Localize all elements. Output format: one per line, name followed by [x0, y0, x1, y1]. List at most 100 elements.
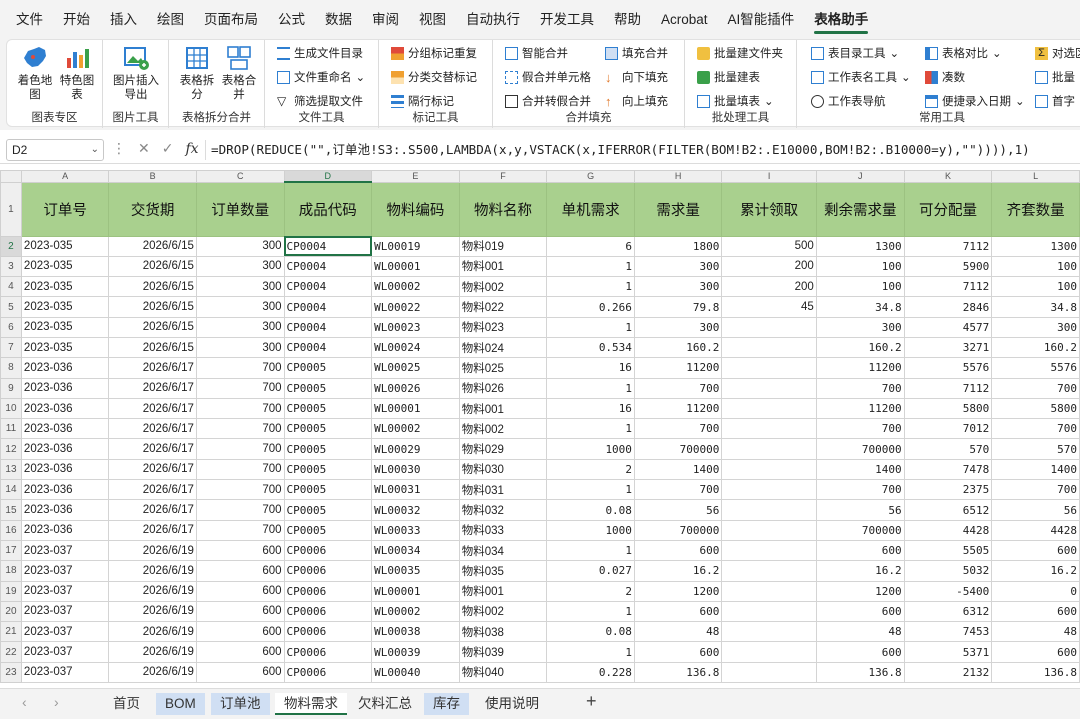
table-cell[interactable]: 物料002 [458, 418, 548, 440]
table-cell[interactable]: 7453 [903, 621, 993, 643]
table-cell[interactable]: 160.2 [815, 336, 905, 359]
table-cell[interactable]: 物料035 [458, 560, 548, 582]
file-rename-button[interactable]: 文件重命名 ⌄ [277, 67, 365, 87]
table-cell[interactable]: 600 [195, 580, 285, 602]
column-header[interactable]: J [815, 170, 905, 183]
table-split-button[interactable]: 表格拆分 [177, 44, 217, 102]
table-cell[interactable]: 物料034 [458, 539, 548, 562]
table-cell[interactable]: 600 [633, 600, 723, 623]
table-cell[interactable]: 79.8 [633, 296, 723, 318]
table-cell[interactable]: CP0005 [283, 499, 373, 521]
table-cell[interactable]: CP0004 [283, 255, 373, 278]
table-cell[interactable]: 11200 [633, 397, 723, 420]
table-cell[interactable]: 700 [195, 438, 285, 460]
table-cell[interactable]: 3271 [903, 336, 993, 359]
row-number[interactable]: 11 [0, 418, 22, 440]
column-header[interactable]: B [108, 170, 197, 183]
scroll-left-arrow-icon[interactable]: ‹ [22, 694, 27, 710]
table-cell[interactable]: 700 [195, 519, 285, 541]
row-number[interactable]: 15 [0, 499, 22, 521]
table-cell[interactable]: 136.8 [991, 661, 1080, 684]
table-cell[interactable]: 0.228 [546, 661, 635, 684]
table-cell[interactable]: 34.8 [991, 296, 1080, 318]
table-cell[interactable]: WL00032 [371, 499, 460, 521]
table-cell[interactable] [721, 580, 817, 602]
table-cell[interactable]: CP0005 [283, 418, 373, 440]
table-cell[interactable]: 物料002 [458, 600, 548, 623]
table-cell[interactable]: 700 [815, 479, 905, 501]
table-cell[interactable]: 物料024 [458, 336, 548, 359]
table-cell[interactable]: 6512 [903, 499, 993, 521]
column-header[interactable]: K [903, 170, 993, 183]
table-cell[interactable]: 600 [815, 600, 905, 623]
table-cell[interactable]: 2026/6/17 [108, 397, 197, 420]
table-cell[interactable]: 300 [195, 336, 285, 359]
table-cell[interactable]: CP0004 [283, 276, 373, 298]
first-char-button[interactable]: 首字 [1035, 91, 1075, 111]
table-cell[interactable]: WL00031 [371, 479, 460, 501]
table-cell[interactable]: 2023-037 [20, 560, 110, 582]
table-cell[interactable]: 600 [815, 641, 905, 663]
table-cell[interactable]: 2023-036 [20, 458, 110, 481]
table-cell[interactable]: 2023-036 [20, 397, 110, 420]
table-cell[interactable]: CP0006 [283, 560, 373, 582]
formula-input[interactable]: =DROP(REDUCE("",订单池!S3:.S500,LAMBDA(x,y,… [205, 140, 1075, 160]
table-cell[interactable]: CP0004 [283, 235, 373, 257]
table-cell[interactable]: 2026/6/15 [108, 235, 197, 257]
table-cell[interactable]: 1 [546, 316, 635, 338]
table-cell[interactable]: WL00002 [371, 418, 460, 440]
table-cell[interactable]: 1 [546, 276, 635, 298]
column-header[interactable]: L [991, 170, 1080, 183]
table-cell[interactable]: 4577 [903, 316, 993, 338]
table-cell[interactable]: 2023-036 [20, 377, 110, 399]
table-cell[interactable]: 0.08 [546, 499, 635, 521]
table-cell[interactable]: 物料023 [458, 316, 548, 338]
table-cell[interactable]: WL00035 [371, 560, 460, 582]
table-cell[interactable]: 2026/6/19 [108, 600, 197, 623]
table-cell[interactable]: 0 [991, 580, 1080, 602]
row-number[interactable]: 8 [0, 357, 22, 379]
row-number[interactable]: 14 [0, 479, 22, 501]
row-number[interactable]: 21 [0, 621, 22, 643]
table-cell[interactable]: 200 [721, 255, 817, 278]
table-cell[interactable]: 136.8 [633, 661, 723, 684]
table-cell[interactable]: 300 [991, 316, 1080, 338]
table-cell[interactable]: 1300 [815, 235, 905, 257]
table-cell[interactable]: 34.8 [815, 296, 905, 318]
table-cell[interactable]: 700 [195, 458, 285, 481]
table-cell[interactable]: 300 [633, 316, 723, 338]
table-cell[interactable]: 56 [815, 499, 905, 521]
table-cell[interactable]: WL00002 [371, 600, 460, 623]
header-cell[interactable]: 物料编码 [371, 181, 460, 237]
table-cell[interactable]: 56 [991, 499, 1080, 521]
table-cell[interactable]: WL00001 [371, 397, 460, 420]
table-cell[interactable]: 2023-037 [20, 641, 110, 663]
table-cell[interactable]: 2026/6/17 [108, 357, 197, 379]
menu-review[interactable]: 审阅 [362, 0, 409, 36]
table-merge-button[interactable]: 表格合并 [219, 44, 259, 102]
table-cell[interactable]: 物料033 [458, 519, 548, 541]
row-number[interactable]: 6 [0, 316, 22, 338]
table-cell[interactable]: 4428 [903, 519, 993, 541]
table-cell[interactable]: 700 [195, 397, 285, 420]
table-cell[interactable]: CP0006 [283, 580, 373, 602]
table-cell[interactable]: 11200 [815, 357, 905, 379]
header-cell[interactable]: 成品代码 [283, 181, 373, 237]
table-cell[interactable] [721, 336, 817, 359]
sheet-tab-instructions[interactable]: 使用说明 [476, 693, 548, 715]
table-cell[interactable]: 2026/6/17 [108, 479, 197, 501]
table-cell[interactable] [721, 499, 817, 521]
row-number[interactable]: 18 [0, 560, 22, 582]
table-cell[interactable]: WL00039 [371, 641, 460, 663]
select-all-corner[interactable] [0, 170, 22, 183]
table-cell[interactable]: 2023-036 [20, 357, 110, 379]
row-number[interactable]: 12 [0, 438, 22, 460]
table-cell[interactable]: 700000 [815, 519, 905, 541]
smart-merge-button[interactable]: 智能合并 [505, 43, 568, 63]
table-cell[interactable]: CP0004 [283, 316, 373, 338]
enter-check-icon[interactable]: ✓ [162, 140, 174, 157]
table-cell[interactable]: 物料029 [458, 438, 548, 460]
table-cell[interactable]: 700 [991, 377, 1080, 399]
table-cell[interactable]: 160.2 [633, 336, 723, 359]
header-cell[interactable]: 单机需求 [546, 181, 635, 237]
